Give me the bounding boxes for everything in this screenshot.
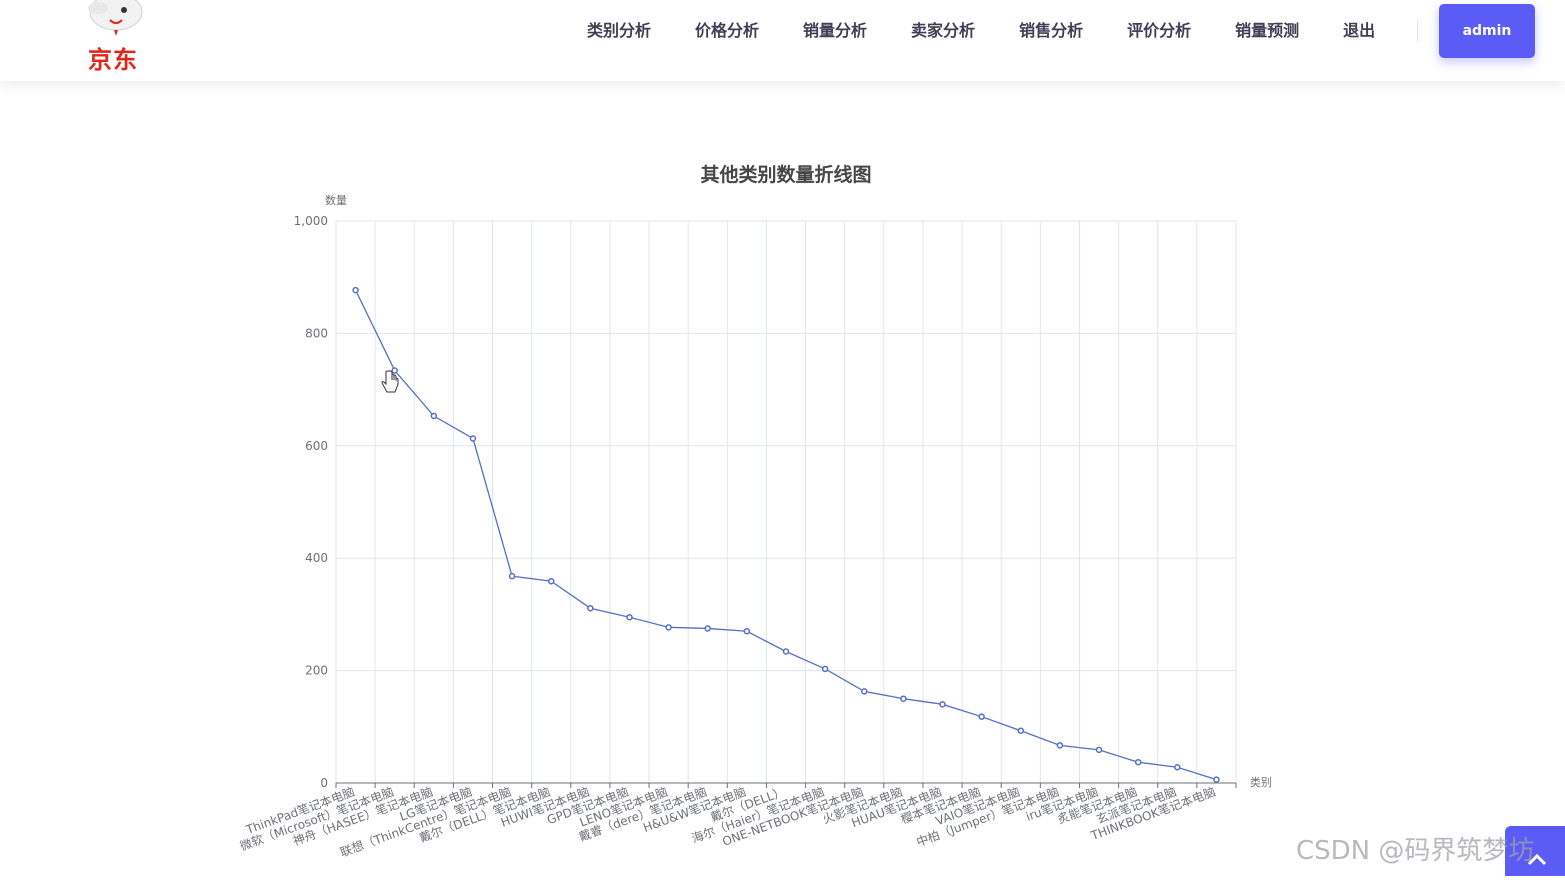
y-tick-label: 0 bbox=[320, 776, 328, 790]
y-tick-label: 600 bbox=[305, 439, 328, 453]
y-tick-label: 1,000 bbox=[294, 214, 328, 228]
nav-volume-analysis[interactable]: 销量分析 bbox=[781, 20, 889, 42]
data-point[interactable] bbox=[587, 604, 594, 612]
data-point[interactable] bbox=[1095, 746, 1103, 754]
y-tick-label: 200 bbox=[305, 664, 328, 678]
data-point[interactable] bbox=[665, 624, 672, 631]
brand-logo-text: 京东 bbox=[88, 46, 138, 74]
grid-lines bbox=[335, 220, 1237, 788]
data-point[interactable] bbox=[469, 435, 477, 442]
data-point[interactable] bbox=[430, 412, 438, 420]
nav-review-analysis[interactable]: 评价分析 bbox=[1105, 20, 1213, 42]
top-header: 京东 类别分析 价格分析 销量分析 卖家分析 销售分析 评价分析 销量预测 退出… bbox=[0, 0, 1565, 81]
y-tick-label: 400 bbox=[305, 551, 328, 565]
data-point[interactable] bbox=[1174, 764, 1181, 771]
nav-seller-analysis[interactable]: 卖家分析 bbox=[889, 20, 997, 42]
admin-button[interactable]: admin bbox=[1439, 4, 1535, 58]
data-points bbox=[352, 286, 1220, 783]
x-axis-label: 类别 bbox=[1250, 775, 1272, 789]
series-line bbox=[354, 289, 1217, 781]
nav-logout[interactable]: 退出 bbox=[1321, 20, 1397, 42]
chart-title: 其他类别数量折线图 bbox=[700, 163, 871, 186]
csdn-watermark: CSDN @码界筑梦坊 bbox=[1296, 836, 1535, 866]
data-point[interactable] bbox=[1213, 776, 1220, 783]
line-chart: 其他类别数量折线图 数量 类别 0 200 400 600 800 1,000 Think… bbox=[238, 163, 1272, 860]
data-point[interactable] bbox=[547, 577, 555, 585]
data-point[interactable] bbox=[900, 695, 907, 702]
data-point[interactable] bbox=[978, 713, 985, 720]
data-point[interactable] bbox=[1134, 758, 1142, 766]
hand-cursor-icon bbox=[381, 370, 399, 393]
nav-category-analysis[interactable]: 类别分析 bbox=[565, 20, 673, 42]
y-tick-labels: 0 200 400 600 800 1,000 bbox=[294, 214, 328, 790]
nav-price-analysis[interactable]: 价格分析 bbox=[673, 20, 781, 42]
y-axis-label: 数量 bbox=[325, 194, 347, 207]
data-point[interactable] bbox=[352, 286, 359, 294]
nav-divider bbox=[1417, 20, 1418, 42]
x-tick-labels: ThinkPad笔记本电脑微软（Microsoft）笔记本电脑神舟（HASEE）… bbox=[238, 784, 1218, 860]
main-nav: 类别分析 价格分析 销量分析 卖家分析 销售分析 评价分析 销量预测 退出 bbox=[565, 20, 1397, 42]
nav-sales-forecast[interactable]: 销量预测 bbox=[1213, 20, 1321, 42]
data-point[interactable] bbox=[704, 625, 711, 632]
data-point[interactable] bbox=[939, 701, 946, 708]
data-point[interactable] bbox=[782, 648, 790, 655]
chart-area: 其他类别数量折线图 数量 类别 0 200 400 600 800 1,000 Think… bbox=[0, 81, 1565, 876]
data-point[interactable] bbox=[1017, 727, 1025, 734]
data-point[interactable] bbox=[861, 688, 868, 695]
data-point[interactable] bbox=[743, 628, 751, 635]
y-tick-label: 800 bbox=[305, 326, 328, 340]
data-point[interactable] bbox=[1056, 742, 1064, 749]
nav-sales-analysis[interactable]: 销售分析 bbox=[997, 20, 1105, 42]
data-point[interactable] bbox=[821, 665, 829, 673]
data-point[interactable] bbox=[626, 613, 633, 621]
data-point[interactable] bbox=[508, 572, 516, 580]
